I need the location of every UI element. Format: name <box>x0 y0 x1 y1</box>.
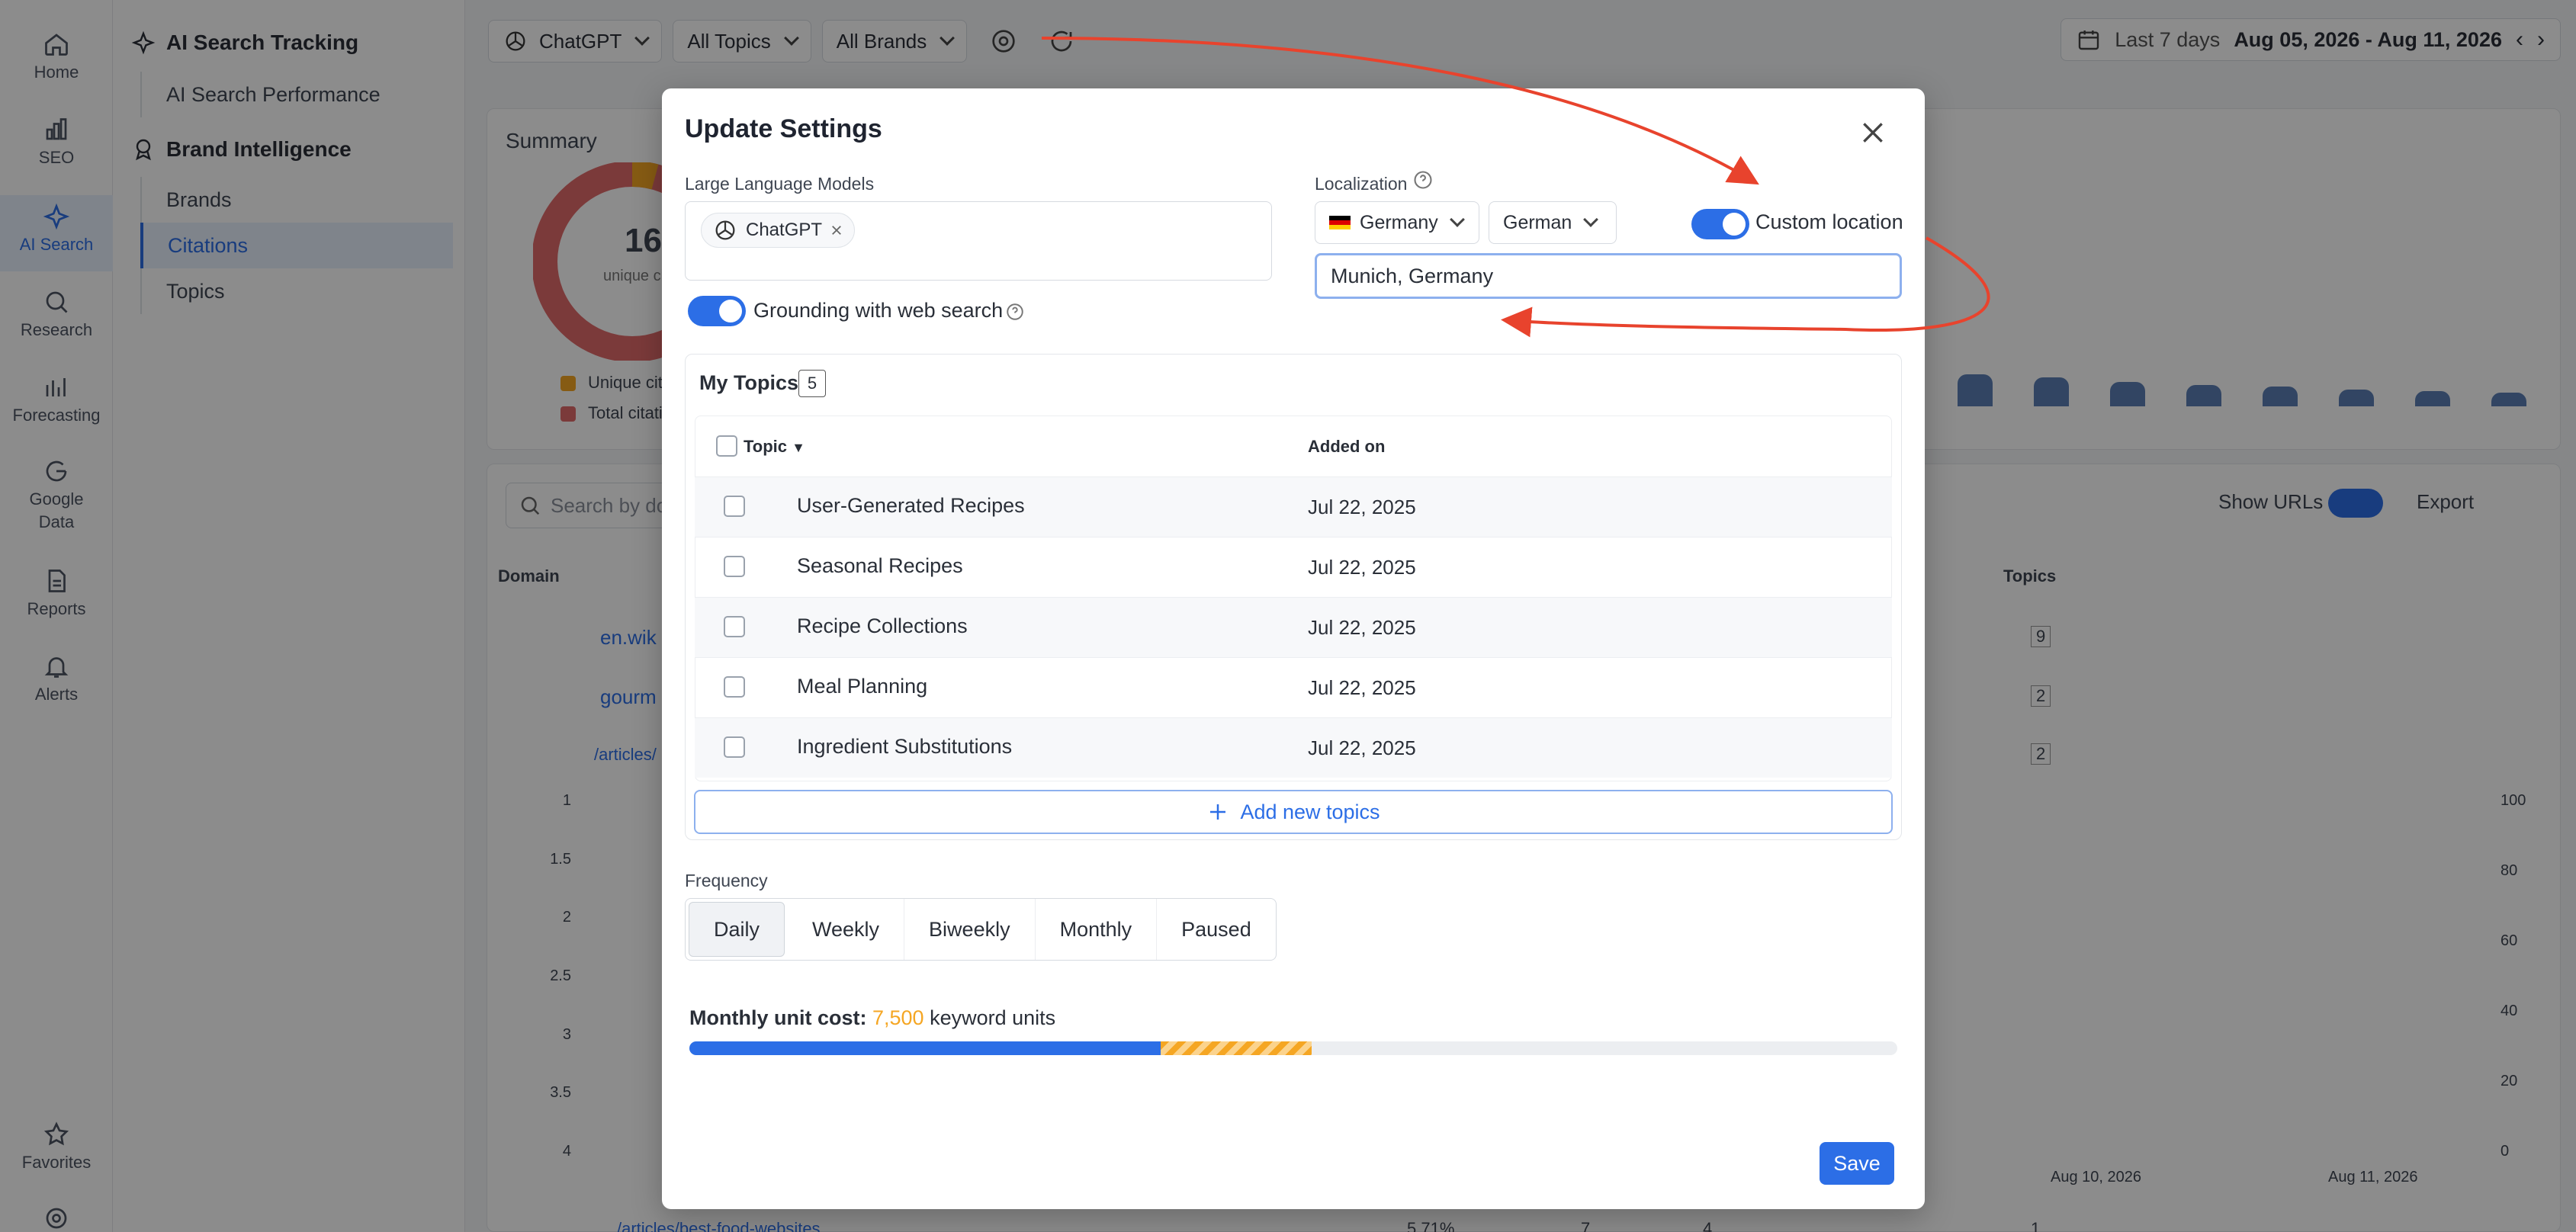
annotation-arrows <box>1041 37 1990 338</box>
annotation-arrow <box>1041 37 1759 185</box>
annotation-arrow <box>1501 236 1990 338</box>
app: Home SEO AI Search Research Forecasting … <box>0 0 2576 1232</box>
